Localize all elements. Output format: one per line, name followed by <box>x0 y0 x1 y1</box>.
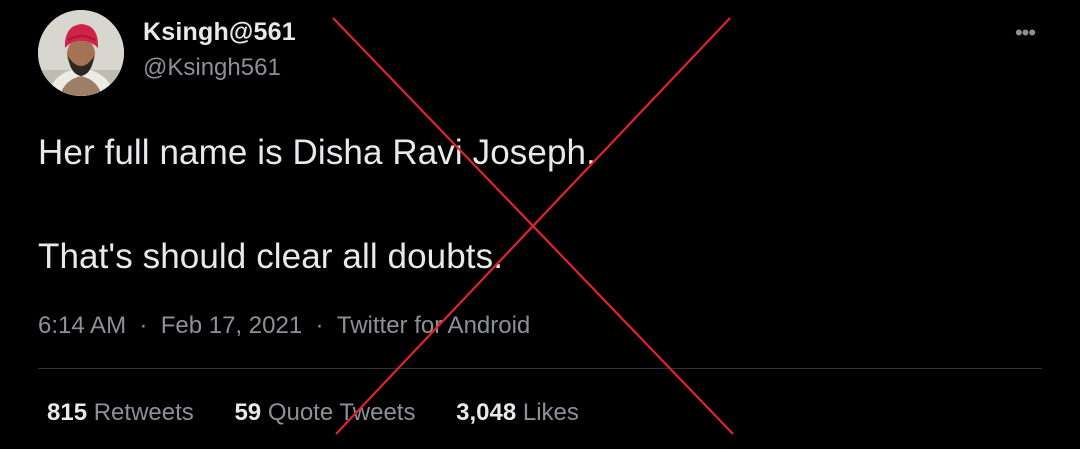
tweet-card: Ksingh@561 @Ksingh561 ••• Her full name … <box>0 0 1080 449</box>
avatar[interactable] <box>38 10 124 96</box>
avatar-image <box>38 10 124 96</box>
tweet-stats: 815 Retweets 59 Quote Tweets 3,048 Likes <box>47 399 613 427</box>
divider <box>38 368 1042 369</box>
cross-line-1 <box>332 17 734 435</box>
quote-tweets-label: Quote Tweets <box>267 399 416 426</box>
likes-label: Likes <box>522 399 579 426</box>
retweets-label: Retweets <box>93 399 194 426</box>
more-horizontal-icon[interactable]: ••• <box>1010 18 1040 48</box>
tweet-time[interactable]: 6:14 AM <box>38 312 126 340</box>
tweet-source[interactable]: Twitter for Android <box>337 312 530 340</box>
meta-separator: · <box>308 312 331 339</box>
retweets-count: 815 <box>47 399 88 426</box>
display-name[interactable]: Ksingh@561 <box>143 18 296 47</box>
tweet-meta: 6:14 AM · Feb 17, 2021 · Twitter for And… <box>38 312 530 340</box>
quote-tweets-stat[interactable]: 59 Quote Tweets <box>234 399 415 427</box>
quote-tweets-count: 59 <box>234 399 262 426</box>
tweet-text-line-1: Her full name is Disha Ravi Joseph. <box>38 133 596 172</box>
tweet-date[interactable]: Feb 17, 2021 <box>161 312 302 340</box>
cross-line-2 <box>335 17 731 435</box>
retweets-stat[interactable]: 815 Retweets <box>47 399 194 427</box>
likes-count: 3,048 <box>456 399 517 426</box>
user-handle[interactable]: @Ksingh561 <box>143 54 281 82</box>
likes-stat[interactable]: 3,048 Likes <box>456 399 579 427</box>
tweet-text-line-2: That's should clear all doubts. <box>38 237 504 276</box>
meta-separator: · <box>132 312 155 339</box>
